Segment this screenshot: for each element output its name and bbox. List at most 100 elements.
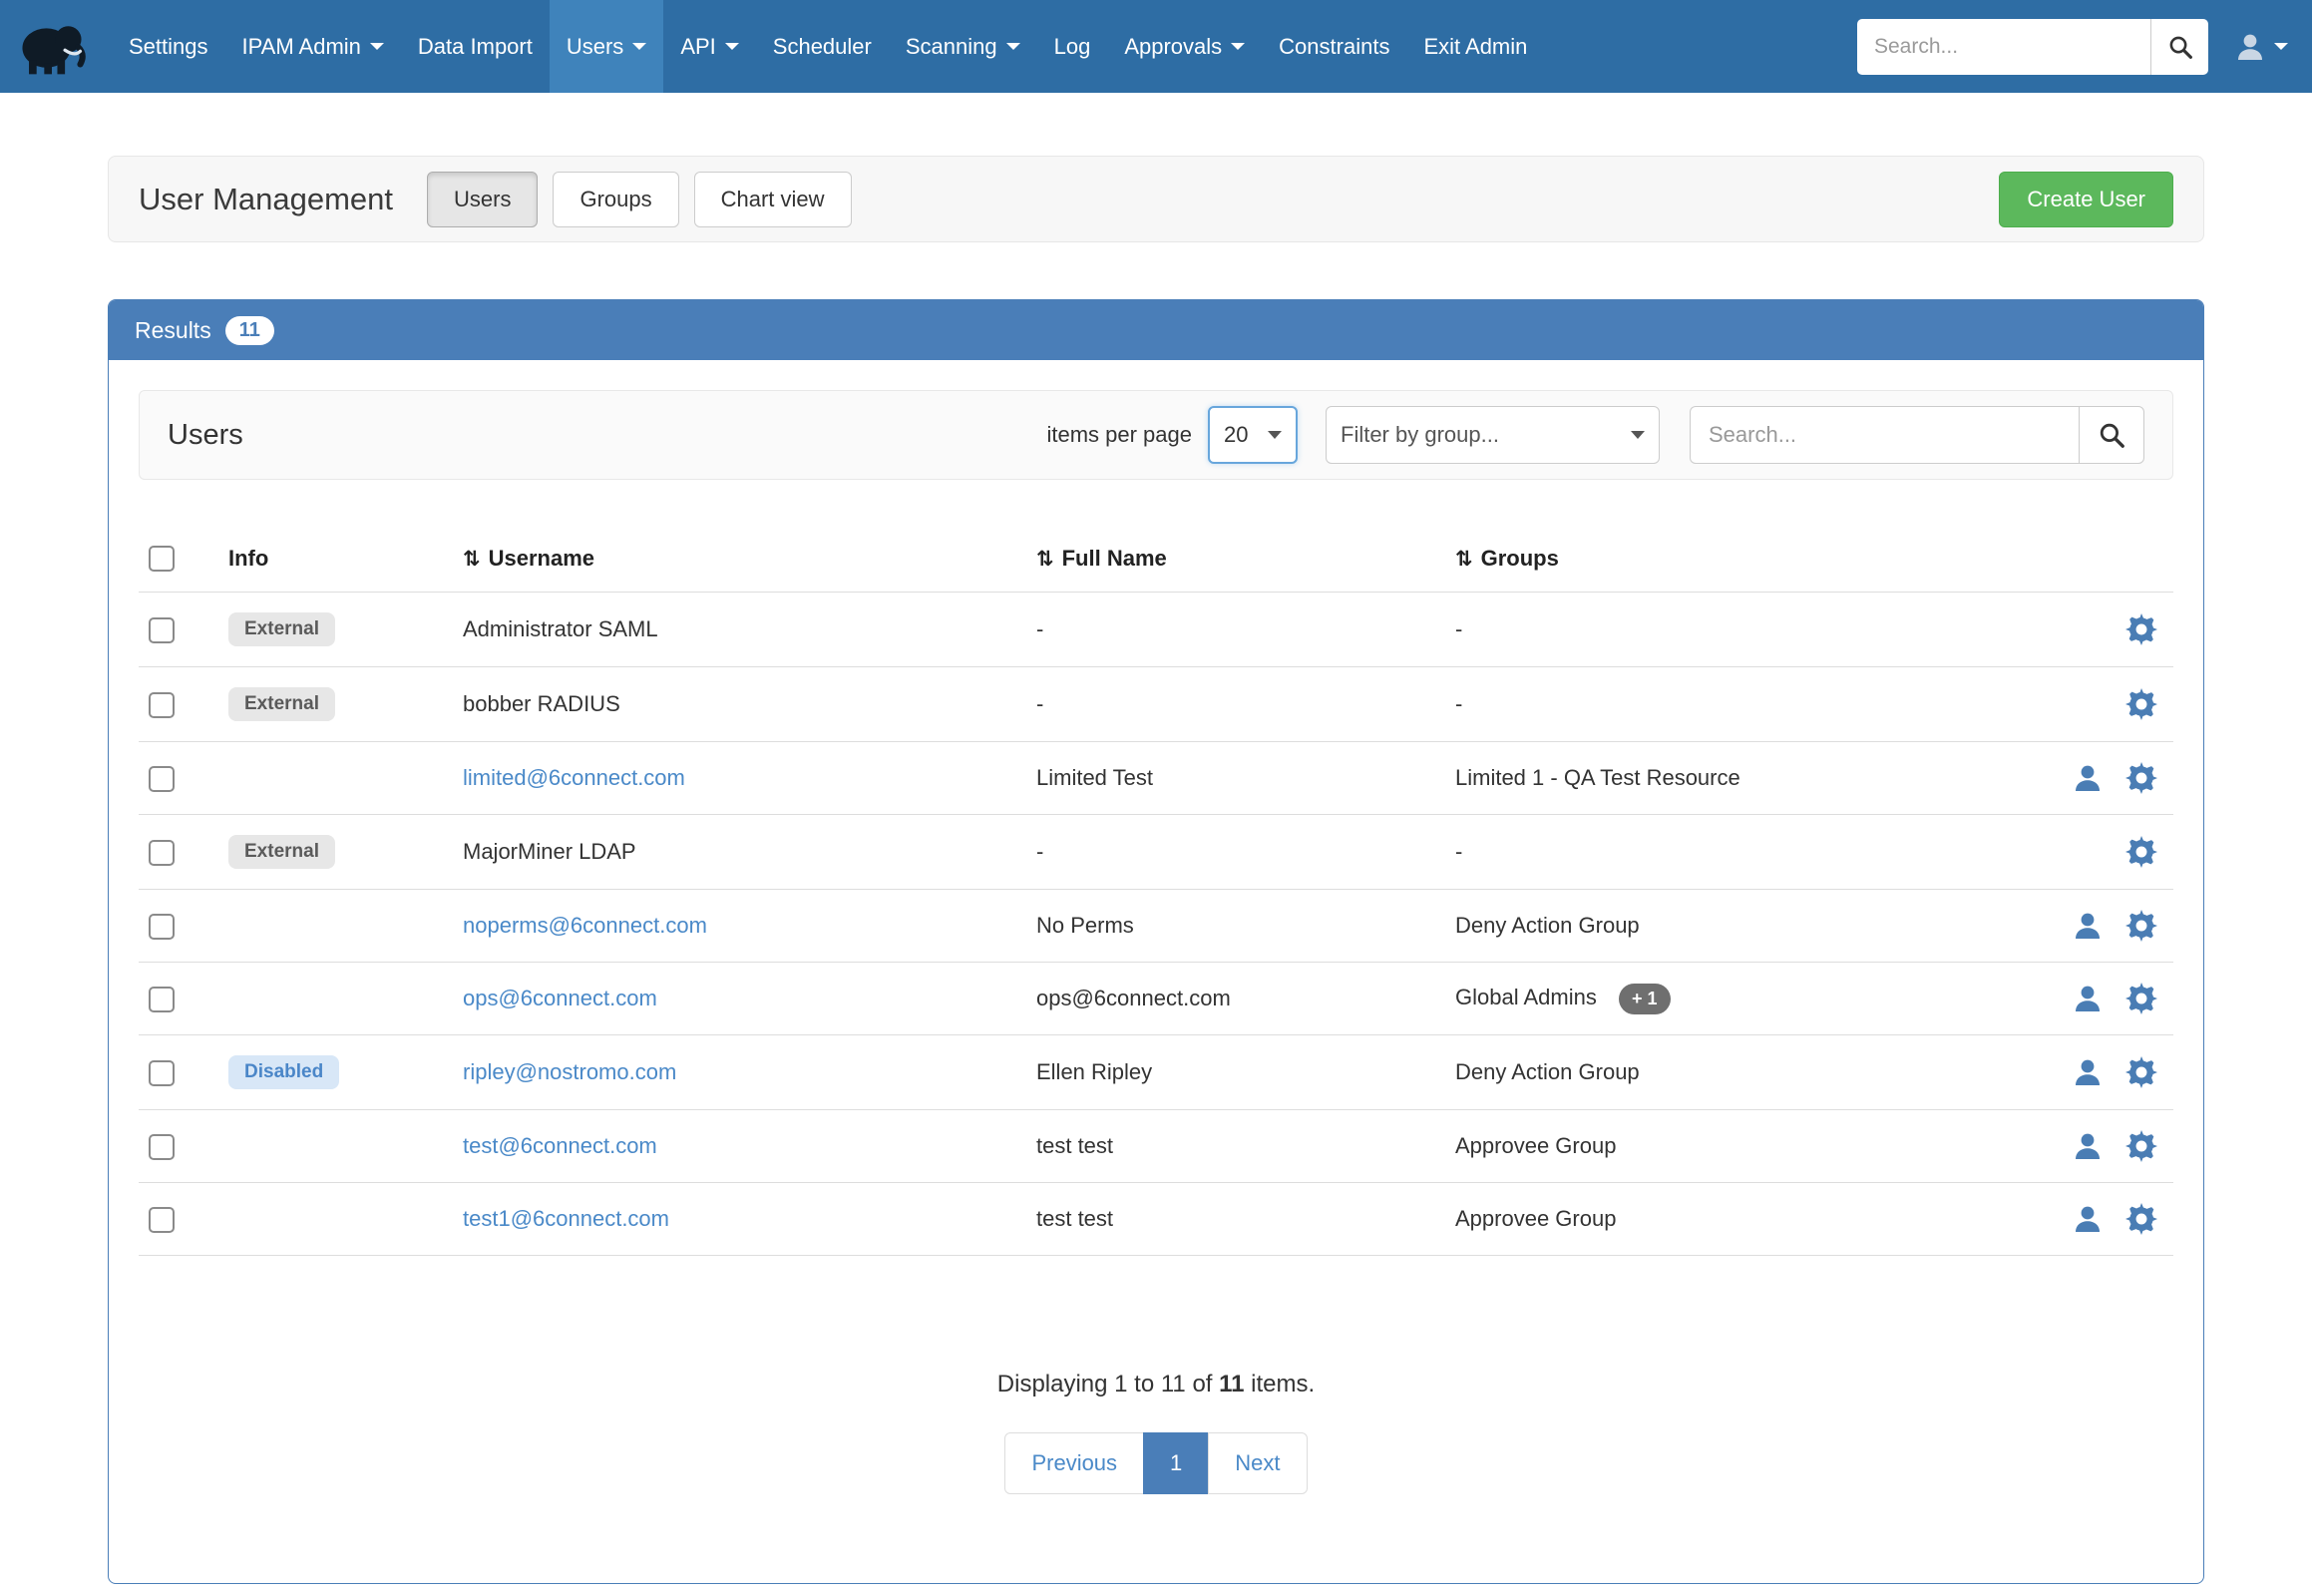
table-row: ops@6connect.com ops@6connect.com Global… xyxy=(139,963,2173,1035)
table-row: External Administrator SAML - - xyxy=(139,593,2173,667)
nav-item-label: Approvals xyxy=(1124,34,1222,60)
username-link[interactable]: ripley@nostromo.com xyxy=(463,1059,676,1084)
user-permissions-icon[interactable] xyxy=(2072,1056,2104,1088)
nav-item-label: Users xyxy=(567,34,623,60)
row-checkbox[interactable] xyxy=(149,1207,175,1233)
row-checkbox[interactable] xyxy=(149,914,175,940)
nav-item-ipam-admin[interactable]: IPAM Admin xyxy=(225,0,401,93)
nav-item-log[interactable]: Log xyxy=(1037,0,1108,93)
nav-item-exit-admin[interactable]: Exit Admin xyxy=(1406,0,1544,93)
status-badge: External xyxy=(228,612,335,646)
gear-icon[interactable] xyxy=(2125,910,2157,942)
tab-chart-view[interactable]: Chart view xyxy=(694,172,852,227)
table-search-button[interactable] xyxy=(2079,406,2144,464)
gear-icon[interactable] xyxy=(2125,613,2157,645)
username-text: Administrator SAML xyxy=(463,616,658,641)
row-checkbox[interactable] xyxy=(149,1060,175,1086)
full-name-text: - xyxy=(1036,616,1043,641)
table-row: noperms@6connect.com No Perms Deny Actio… xyxy=(139,890,2173,963)
column-groups[interactable]: ⇅Groups xyxy=(1445,525,2004,593)
row-checkbox[interactable] xyxy=(149,766,175,792)
gear-icon[interactable] xyxy=(2125,1056,2157,1088)
full-name-text: ops@6connect.com xyxy=(1036,986,1231,1010)
full-name-text: - xyxy=(1036,691,1043,716)
table-row: limited@6connect.com Limited Test Limite… xyxy=(139,742,2173,815)
nav-item-label: API xyxy=(680,34,715,60)
user-permissions-icon[interactable] xyxy=(2072,983,2104,1014)
full-name-text: Ellen Ripley xyxy=(1036,1059,1152,1084)
mammoth-logo[interactable] xyxy=(14,9,90,85)
groups-text: Limited 1 - QA Test Resource xyxy=(1455,765,1740,790)
table-search-group xyxy=(1690,406,2144,464)
nav-item-scheduler[interactable]: Scheduler xyxy=(756,0,889,93)
username-link[interactable]: test@6connect.com xyxy=(463,1133,657,1158)
filter-by-group-select[interactable]: Filter by group... xyxy=(1326,406,1660,464)
username-text: bobber RADIUS xyxy=(463,691,620,716)
nav-item-data-import[interactable]: Data Import xyxy=(401,0,550,93)
gear-icon[interactable] xyxy=(2125,836,2157,868)
gear-icon[interactable] xyxy=(2125,983,2157,1014)
navbar-search-input[interactable] xyxy=(1857,19,2150,75)
row-checkbox[interactable] xyxy=(149,692,175,718)
nav-item-settings[interactable]: Settings xyxy=(112,0,225,93)
results-panel: Results 11 Users items per page 20 Filte… xyxy=(108,299,2204,1584)
username-link[interactable]: limited@6connect.com xyxy=(463,765,685,790)
row-checkbox[interactable] xyxy=(149,987,175,1012)
chevron-down-icon xyxy=(632,43,646,50)
users-table: Info ⇅Username ⇅Full Name ⇅Groups Extern… xyxy=(139,525,2173,1256)
status-badge: Disabled xyxy=(228,1055,339,1089)
column-username[interactable]: ⇅Username xyxy=(453,525,1026,593)
pagination-page-1[interactable]: 1 xyxy=(1143,1432,1209,1494)
table-row: Disabled ripley@nostromo.com Ellen Riple… xyxy=(139,1035,2173,1110)
chevron-down-icon xyxy=(1006,43,1020,50)
chevron-down-icon xyxy=(725,43,739,50)
nav-item-constraints[interactable]: Constraints xyxy=(1262,0,1406,93)
gear-icon[interactable] xyxy=(2125,1130,2157,1162)
username-link[interactable]: test1@6connect.com xyxy=(463,1206,669,1231)
mammoth-logo-graphic xyxy=(17,12,87,82)
nav-item-users[interactable]: Users xyxy=(550,0,663,93)
table-search-input[interactable] xyxy=(1690,406,2079,464)
nav-item-label: Log xyxy=(1054,34,1091,60)
groups-text: Deny Action Group xyxy=(1455,913,1640,938)
pagination-next[interactable]: Next xyxy=(1208,1432,1307,1494)
table-row: External bobber RADIUS - - xyxy=(139,667,2173,742)
user-permissions-icon[interactable] xyxy=(2072,1203,2104,1235)
items-per-page-select[interactable]: 20 xyxy=(1208,406,1298,464)
column-full-name[interactable]: ⇅Full Name xyxy=(1026,525,1445,593)
tab-groups[interactable]: Groups xyxy=(553,172,678,227)
tab-users[interactable]: Users xyxy=(427,172,538,227)
magnifier-icon xyxy=(2167,34,2193,60)
username-link[interactable]: noperms@6connect.com xyxy=(463,913,707,938)
nav-item-approvals[interactable]: Approvals xyxy=(1107,0,1262,93)
chevron-down-icon xyxy=(1231,43,1245,50)
row-checkbox[interactable] xyxy=(149,617,175,643)
username-link[interactable]: ops@6connect.com xyxy=(463,986,657,1010)
nav-item-scanning[interactable]: Scanning xyxy=(889,0,1037,93)
select-all-checkbox[interactable] xyxy=(149,546,175,572)
gear-icon[interactable] xyxy=(2125,1203,2157,1235)
gear-icon[interactable] xyxy=(2125,688,2157,720)
groups-text: - xyxy=(1455,691,1462,716)
chevron-down-icon xyxy=(370,43,384,50)
create-user-button[interactable]: Create User xyxy=(1999,172,2173,227)
chevron-down-icon xyxy=(1268,431,1282,439)
nav-item-api[interactable]: API xyxy=(663,0,755,93)
nav-item-label: Data Import xyxy=(418,34,533,60)
person-icon xyxy=(2234,31,2266,63)
pagination-previous[interactable]: Previous xyxy=(1004,1432,1144,1494)
user-permissions-icon[interactable] xyxy=(2072,910,2104,942)
gear-icon[interactable] xyxy=(2125,762,2157,794)
row-checkbox[interactable] xyxy=(149,840,175,866)
navbar-menu: SettingsIPAM Admin Data Import Users API Sch… xyxy=(112,0,1544,93)
table-row: test@6connect.com test test Approvee Gro… xyxy=(139,1110,2173,1183)
account-menu[interactable] xyxy=(2234,31,2288,63)
user-permissions-icon[interactable] xyxy=(2072,762,2104,794)
row-checkbox[interactable] xyxy=(149,1134,175,1160)
navbar-search-button[interactable] xyxy=(2150,19,2208,75)
pagination: Previous 1 Next xyxy=(1004,1432,1307,1494)
groups-text: Global Admins xyxy=(1455,985,1597,1009)
groups-extra-badge: + 1 xyxy=(1619,984,1671,1014)
user-permissions-icon[interactable] xyxy=(2072,1130,2104,1162)
groups-text: - xyxy=(1455,839,1462,864)
